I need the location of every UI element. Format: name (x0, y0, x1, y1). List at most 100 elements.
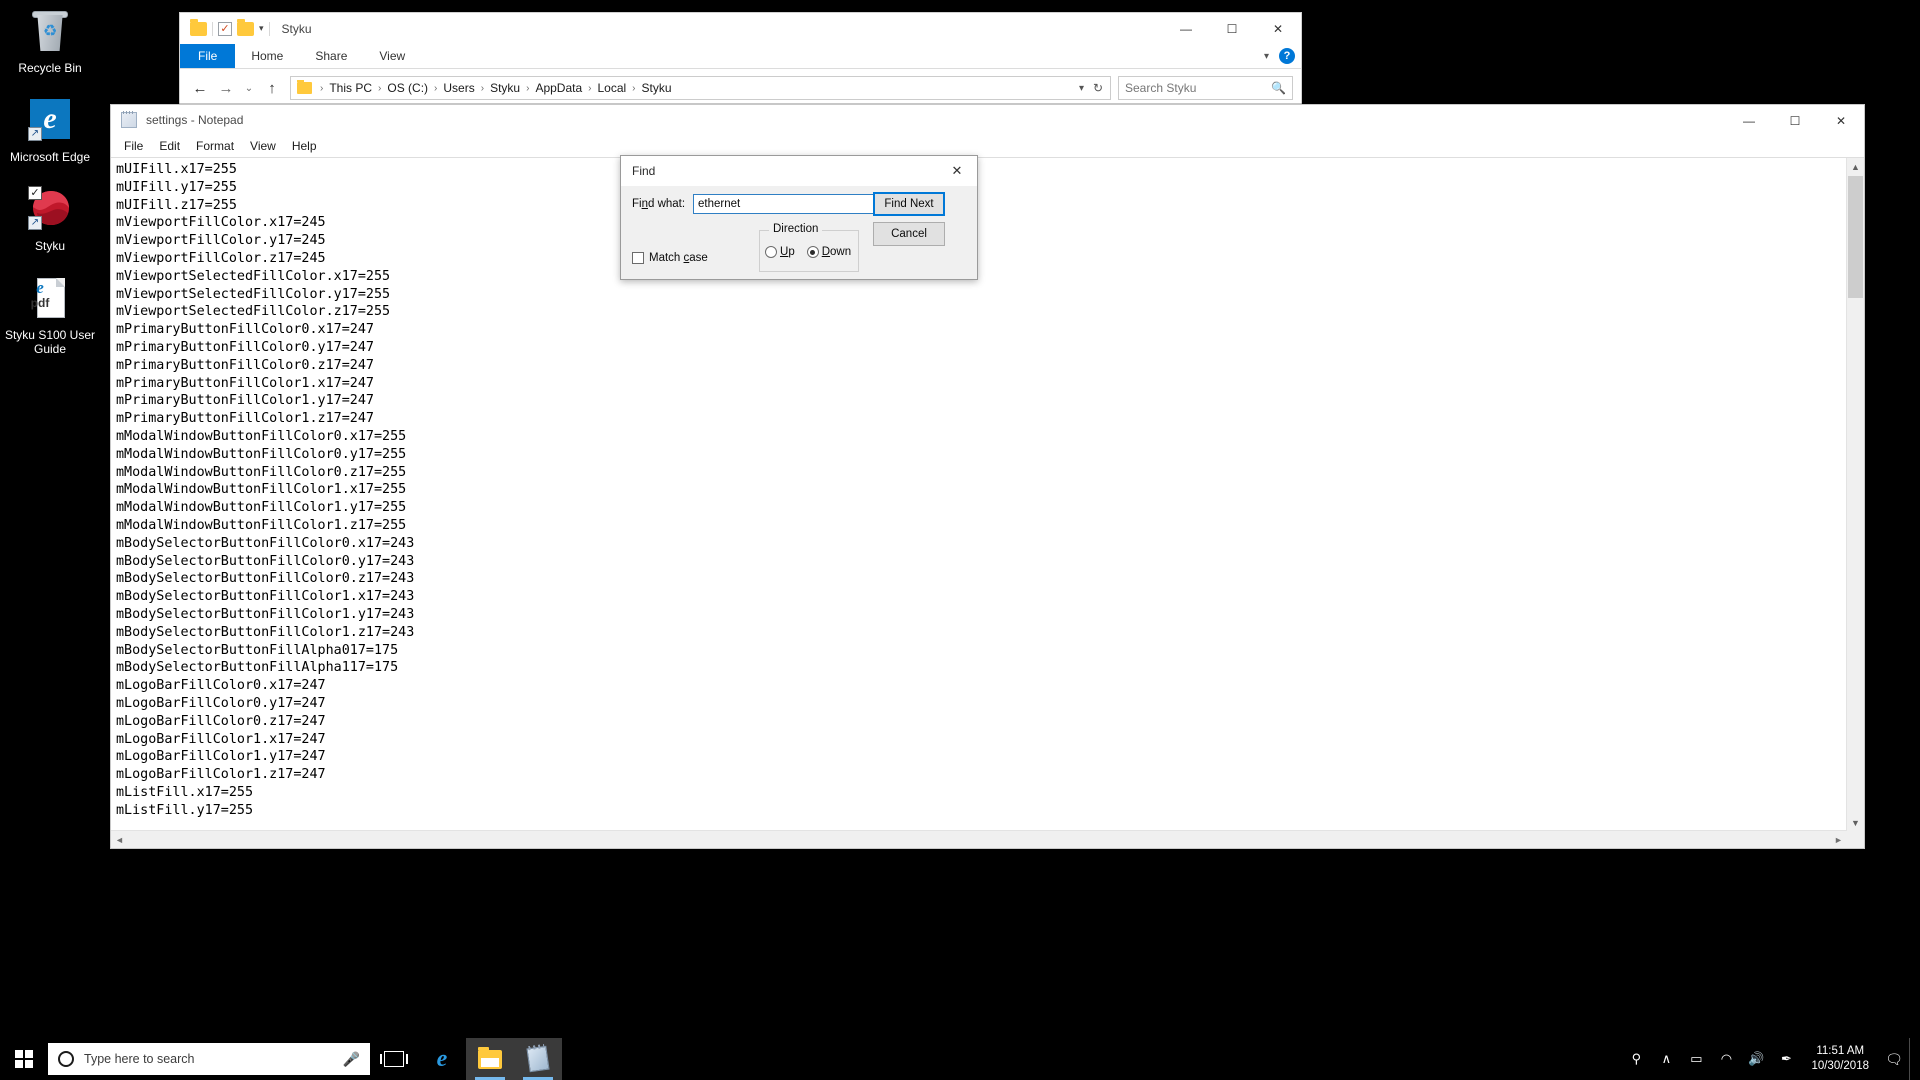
breadcrumb-item-styku-leaf[interactable]: Styku (639, 81, 675, 95)
microphone-icon[interactable]: 🎤 (343, 1051, 360, 1068)
radio-direction-up[interactable]: Up (765, 246, 795, 258)
breadcrumb-separator: › (480, 82, 485, 94)
find-next-button[interactable]: Find Next (873, 192, 945, 216)
ribbon-tab-share[interactable]: Share (299, 44, 363, 68)
menu-edit[interactable]: Edit (151, 137, 188, 155)
desktop-icon-recycle-bin[interactable]: ♻ Recycle Bin (0, 8, 100, 75)
taskbar-button-notepad[interactable] (514, 1038, 562, 1080)
back-button[interactable]: ← (188, 76, 212, 100)
desktop[interactable]: ♻ Recycle Bin e ↗ Microsoft Edge ✓ ↗ Sty… (0, 0, 1920, 1080)
show-hidden-icons-icon[interactable]: ∧ (1651, 1038, 1681, 1080)
close-button[interactable]: ✕ (1255, 13, 1301, 44)
search-input[interactable]: Search Styku 🔍 (1118, 76, 1293, 100)
system-tray[interactable]: ⚲ ∧ ▭ ◠ 🔊 ✒ 11:51 AM 10/30/2018 🗨 (1621, 1038, 1920, 1080)
explorer-ribbon-tabs[interactable]: File Home Share View ▾ ? (180, 44, 1301, 69)
taskbar-button-edge[interactable]: e (418, 1038, 466, 1080)
minimize-button[interactable]: — (1726, 105, 1772, 136)
taskbar-button-task-view[interactable] (370, 1038, 418, 1080)
notepad-titlebar[interactable]: settings - Notepad — ☐ ✕ (111, 105, 1864, 135)
breadcrumb-item-os-c[interactable]: OS (C:) (384, 81, 431, 95)
breadcrumb-item-this-pc[interactable]: This PC (326, 81, 375, 95)
notepad-text-content[interactable]: mUIFill.x17=255 mUIFill.y17=255 mUIFill.… (116, 161, 1844, 828)
breadcrumb[interactable]: › This PC › OS (C:) › Users › Styku › Ap… (290, 76, 1111, 100)
quick-access-toolbar[interactable]: ✓ ▾ (190, 18, 270, 36)
scroll-up-arrow-icon[interactable]: ▲ (1847, 158, 1864, 175)
notepad-vertical-scrollbar[interactable]: ▲ ▼ (1846, 158, 1864, 831)
cancel-button[interactable]: Cancel (873, 222, 945, 246)
explorer-address-bar[interactable]: ← → ⌄ ↑ › This PC › OS (C:) › Users › St… (180, 69, 1301, 107)
ribbon-tab-file[interactable]: File (180, 44, 236, 68)
menu-help[interactable]: Help (284, 137, 325, 155)
find-dialog-title: Find (632, 164, 656, 178)
breadcrumb-separator: › (588, 82, 592, 94)
refresh-icon[interactable]: ↻ (1093, 81, 1103, 95)
folder-icon[interactable] (237, 18, 254, 36)
find-what-input[interactable] (693, 194, 883, 214)
scrollbar-thumb[interactable] (1848, 176, 1863, 298)
chevron-down-icon[interactable]: ▾ (1079, 83, 1084, 94)
action-center-icon[interactable]: 🗨 (1879, 1038, 1909, 1080)
desktop-icon-label: Recycle Bin (18, 61, 82, 75)
direction-radio-row[interactable]: Up Down (765, 246, 851, 258)
start-button[interactable] (0, 1038, 48, 1080)
maximize-button[interactable]: ☐ (1209, 13, 1255, 44)
taskbar-clock[interactable]: 11:51 AM 10/30/2018 (1801, 1044, 1879, 1074)
people-icon[interactable]: ⚲ (1621, 1038, 1651, 1080)
notepad-text-area[interactable]: mUIFill.x17=255 mUIFill.y17=255 mUIFill.… (111, 157, 1864, 848)
pen-workspace-icon[interactable]: ✒ (1771, 1038, 1801, 1080)
help-button[interactable]: ? (1279, 48, 1295, 64)
menu-file[interactable]: File (116, 137, 151, 155)
scroll-left-arrow-icon[interactable]: ◄ (111, 831, 128, 848)
breadcrumb-item-appdata[interactable]: AppData (532, 81, 585, 95)
explorer-window-controls[interactable]: — ☐ ✕ (1163, 13, 1301, 44)
notepad-window[interactable]: settings - Notepad — ☐ ✕ File Edit Forma… (110, 104, 1865, 849)
find-dialog-titlebar[interactable]: Find ✕ (621, 156, 977, 186)
up-button[interactable]: ↑ (260, 76, 284, 100)
taskbar-button-file-explorer[interactable] (466, 1038, 514, 1080)
maximize-button[interactable]: ☐ (1772, 105, 1818, 136)
taskbar[interactable]: Type here to search 🎤 e ⚲ ∧ ▭ ◠ 🔊 ✒ 11:5… (0, 1038, 1920, 1080)
notepad-menubar[interactable]: File Edit Format View Help (111, 135, 1864, 157)
menu-view[interactable]: View (242, 137, 284, 155)
breadcrumb-item-local[interactable]: Local (594, 81, 629, 95)
network-icon[interactable]: ◠ (1711, 1038, 1741, 1080)
taskbar-search-box[interactable]: Type here to search 🎤 (48, 1043, 370, 1075)
radio-icon (765, 246, 777, 258)
explorer-titlebar[interactable]: ✓ ▾ Styku — ☐ ✕ (180, 13, 1301, 44)
breadcrumb-item-styku[interactable]: Styku (487, 81, 523, 95)
show-desktop-button[interactable] (1909, 1038, 1916, 1080)
notepad-horizontal-scrollbar[interactable]: ◄ ► (111, 830, 1847, 848)
match-case-checkbox[interactable]: Match case (632, 252, 708, 264)
notepad-title: settings - Notepad (146, 113, 244, 127)
scrollbar-corner (1847, 831, 1864, 848)
find-dialog[interactable]: Find ✕ Find what: Find Next Cancel Direc… (620, 155, 978, 280)
notepad-window-controls[interactable]: — ☐ ✕ (1726, 105, 1864, 136)
ribbon-tab-view[interactable]: View (363, 44, 421, 68)
direction-group-label: Direction (769, 223, 823, 235)
radio-direction-down[interactable]: Down (806, 246, 851, 258)
chevron-down-icon[interactable]: ▾ (1264, 51, 1269, 62)
desktop-icon-styku[interactable]: ✓ ↗ Styku (0, 186, 100, 253)
forward-button[interactable]: → (214, 76, 238, 100)
desktop-icon-microsoft-edge[interactable]: e ↗ Microsoft Edge (0, 97, 100, 164)
scroll-right-arrow-icon[interactable]: ► (1830, 831, 1847, 848)
volume-icon[interactable]: 🔊 (1741, 1038, 1771, 1080)
desktop-icon-styku-user-guide[interactable]: e pdf Styku S100 User Guide (0, 275, 100, 356)
breadcrumb-item-users[interactable]: Users (440, 81, 477, 95)
file-explorer-window[interactable]: ✓ ▾ Styku — ☐ ✕ File Home Share View ▾ ? (179, 12, 1302, 107)
close-icon[interactable]: ✕ (937, 156, 977, 186)
ribbon-right-controls[interactable]: ▾ ? (1264, 44, 1295, 68)
task-view-icon (380, 1051, 408, 1067)
recent-locations-button[interactable]: ⌄ (240, 76, 258, 100)
search-placeholder: Search Styku (1125, 81, 1197, 95)
menu-format[interactable]: Format (188, 137, 242, 155)
battery-icon[interactable]: ▭ (1681, 1038, 1711, 1080)
clock-date: 10/30/2018 (1811, 1060, 1869, 1072)
ribbon-tab-home[interactable]: Home (235, 44, 299, 68)
checkbox-icon[interactable]: ✓ (218, 21, 232, 36)
close-button[interactable]: ✕ (1818, 105, 1864, 136)
folder-icon[interactable] (190, 18, 207, 36)
scroll-down-arrow-icon[interactable]: ▼ (1847, 814, 1864, 831)
chevron-down-icon[interactable]: ▾ (259, 23, 264, 34)
minimize-button[interactable]: — (1163, 13, 1209, 44)
